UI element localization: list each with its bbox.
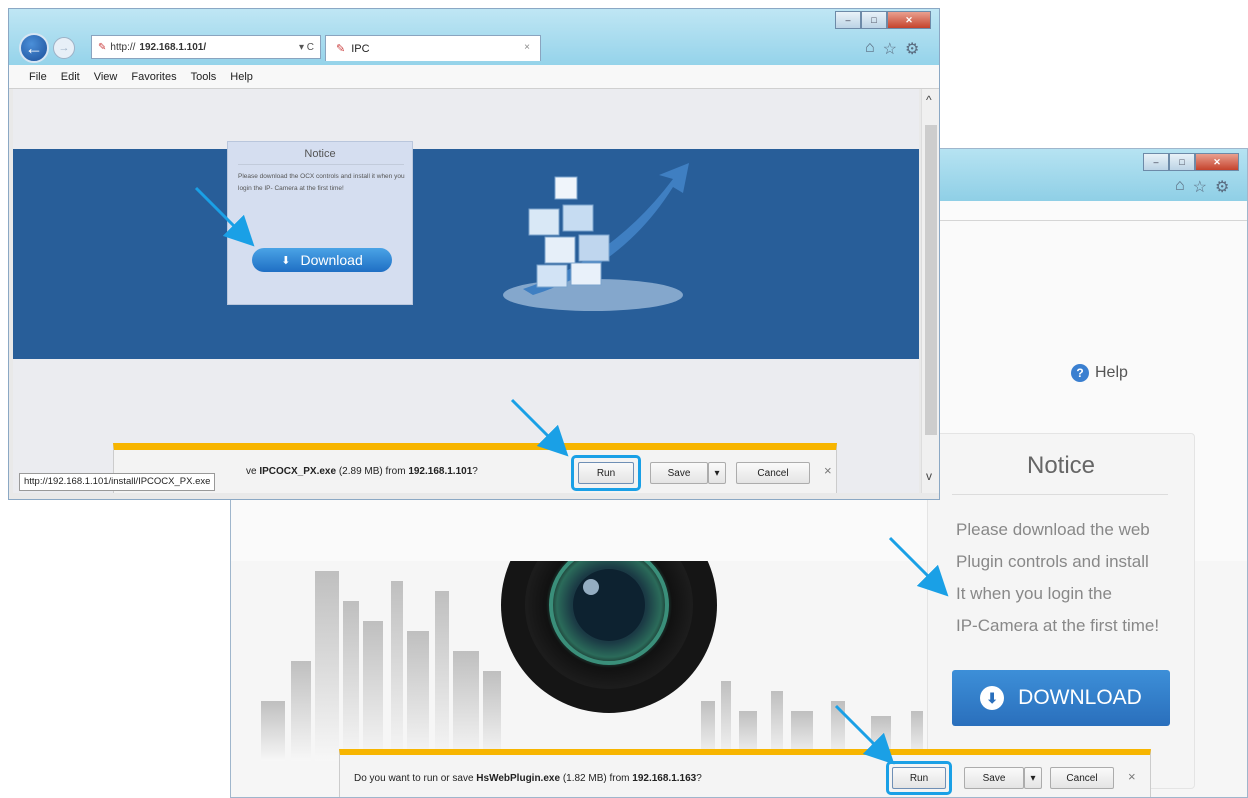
annotation-arrow-icon bbox=[888, 536, 949, 597]
composite-screenshot: – □ ✕ ⌂ ☆ ⚙ ? Help Notice Please downloa… bbox=[0, 0, 1248, 798]
annotation-arrow-icon bbox=[510, 398, 569, 457]
annotation-arrow-icon bbox=[194, 186, 255, 247]
annotation-arrow-icon bbox=[834, 704, 895, 765]
annotation-arrows bbox=[194, 186, 949, 765]
